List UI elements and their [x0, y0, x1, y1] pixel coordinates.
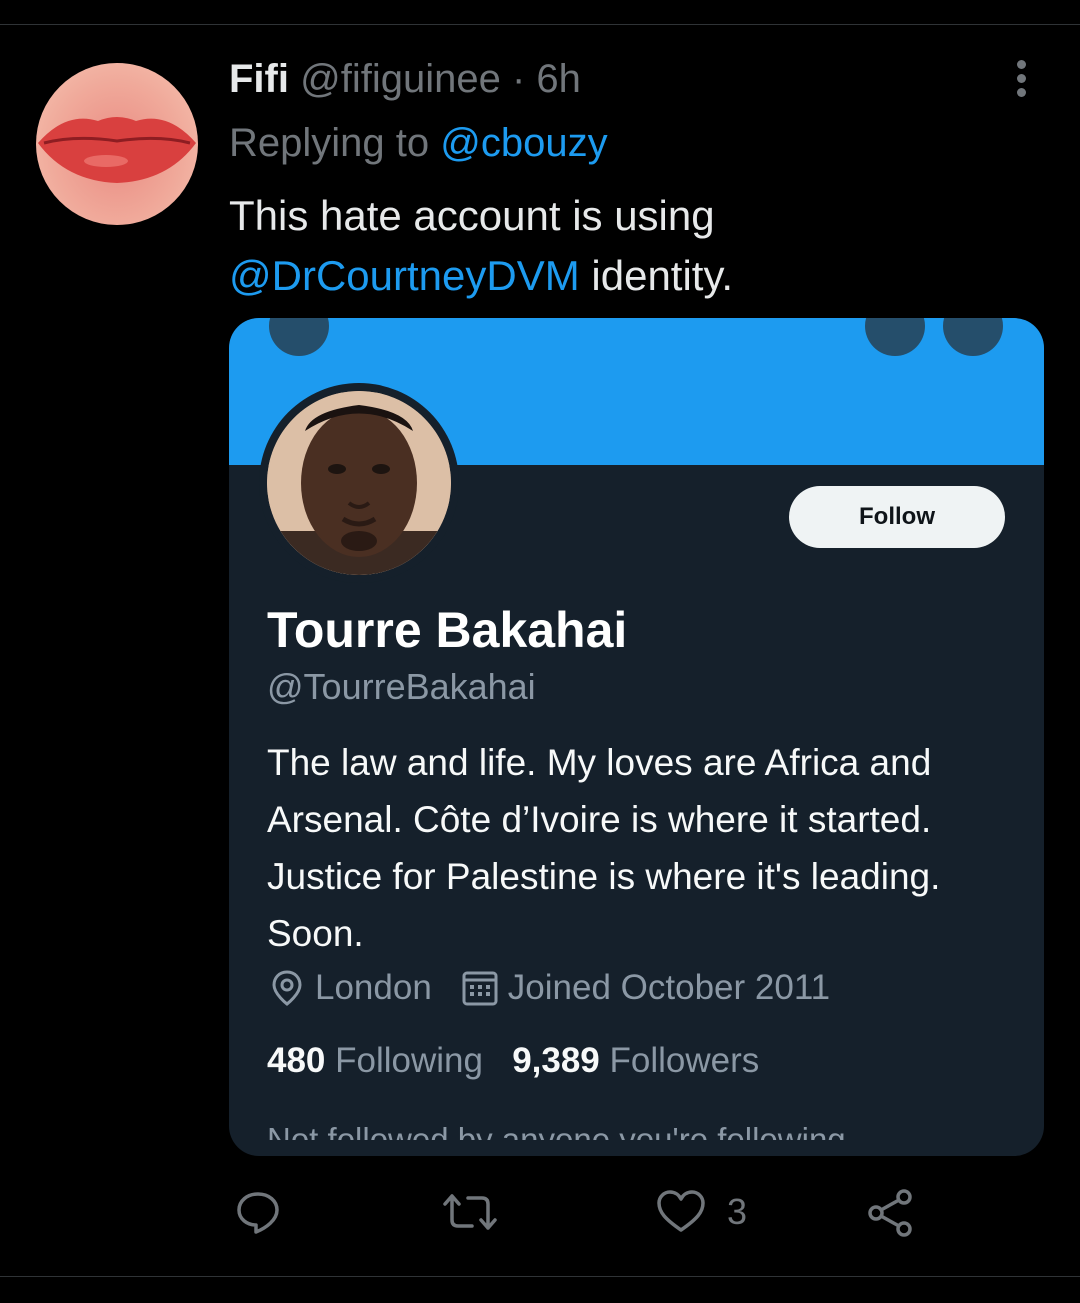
- tweet-time[interactable]: 6h: [536, 57, 581, 101]
- top-divider: [0, 24, 1080, 25]
- tweet-mention[interactable]: @DrCourtneyDVM: [229, 252, 580, 299]
- profile-bio: The law and life. My loves are Africa an…: [267, 742, 941, 954]
- retweet-icon: [442, 1188, 498, 1236]
- reply-icon: [234, 1188, 282, 1236]
- follow-button: Follow: [789, 486, 1005, 548]
- share-icon: [866, 1188, 916, 1238]
- like-count: 3: [727, 1191, 748, 1232]
- replying-to-mention[interactable]: @cbouzy: [440, 121, 607, 165]
- tweet-text: This hate account is using @DrCourtneyDV…: [229, 186, 1029, 306]
- calendar-icon: [460, 968, 500, 1008]
- replying-to: Replying to @cbouzy: [229, 120, 608, 166]
- separator-dot: ·: [511, 57, 526, 101]
- retweet-button[interactable]: [442, 1188, 498, 1236]
- author-name[interactable]: Fifi: [229, 57, 289, 101]
- bottom-divider: [0, 1276, 1080, 1277]
- author-handle[interactable]: @fifiguinee: [300, 57, 501, 101]
- followers-count: 9,389: [512, 1041, 600, 1080]
- profile-handle: @TourreBakahai: [267, 666, 536, 707]
- tweet-text-part1: This hate account is using: [229, 192, 715, 239]
- following-label: Following: [335, 1041, 483, 1080]
- more-icon[interactable]: [1010, 60, 1032, 100]
- reply-button[interactable]: [234, 1188, 282, 1236]
- tweet-header: Fifi @fifiguinee · 6h: [229, 56, 581, 102]
- location-icon: [267, 968, 307, 1008]
- profile-picture: [259, 383, 459, 583]
- following-count: 480: [267, 1041, 326, 1080]
- cut-off-text: Not followed by anyone you're following: [267, 1121, 846, 1140]
- share-button[interactable]: [866, 1188, 916, 1238]
- like-icon: [655, 1188, 707, 1236]
- profile-stats: 480 Following 9,389 Followers: [267, 1041, 759, 1081]
- profile-location: London: [315, 968, 432, 1007]
- profile-meta: London Joined October 2011: [267, 968, 830, 1008]
- tweet-actions: 3: [0, 1188, 1080, 1248]
- tweet-text-part2: identity.: [591, 252, 734, 299]
- like-button[interactable]: 3: [655, 1188, 747, 1236]
- replying-prefix: Replying to: [229, 121, 430, 165]
- followers-label: Followers: [609, 1041, 760, 1080]
- author-avatar[interactable]: [36, 63, 198, 225]
- attached-image[interactable]: Follow Tourre Bakahai @TourreBakahai The…: [229, 318, 1044, 1156]
- profile-joined: Joined October 2011: [507, 968, 831, 1007]
- profile-name: Tourre Bakahai: [267, 602, 628, 658]
